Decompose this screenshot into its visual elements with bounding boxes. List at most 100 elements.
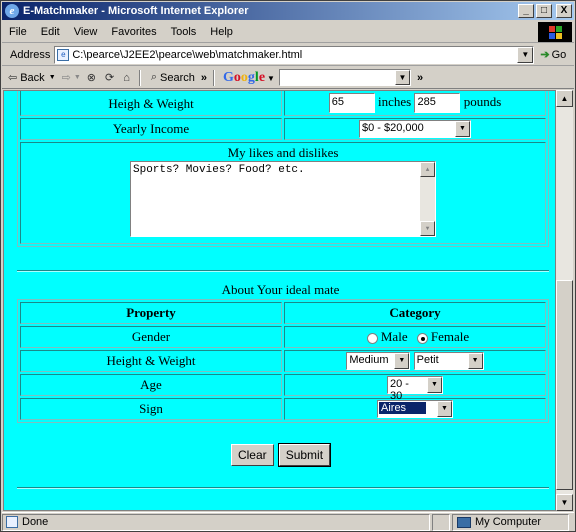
ie-logo-icon: e (5, 4, 19, 18)
close-button[interactable]: X (556, 4, 572, 18)
page-scroll-up-icon[interactable]: ▲ (556, 90, 573, 107)
menu-favorites[interactable]: Favorites (104, 26, 163, 38)
age-select[interactable]: 20 - 30 ▼ (387, 376, 443, 402)
table-row: Heigh & Weight 65 inches 285 pounds (20, 91, 546, 116)
address-input[interactable]: e C:\pearce\J2EE2\pearce\web\matchmaker.… (54, 45, 535, 64)
sign-select[interactable]: Aires ▼ (377, 400, 453, 418)
menu-tools[interactable]: Tools (164, 26, 204, 38)
toolbar-separator (138, 69, 141, 86)
submit-button[interactable]: Submit (277, 443, 332, 467)
status-zone: My Computer (452, 513, 569, 531)
status-zone-text: My Computer (475, 516, 542, 528)
forward-button[interactable]: ⇨ ▼ (62, 71, 81, 84)
home-button[interactable]: ⌂ (123, 72, 133, 84)
income-cell: $0 - $20,000 ▼ (284, 118, 546, 140)
gender-male-label: Male (380, 329, 408, 344)
scroll-down-icon[interactable]: ▼ (420, 221, 435, 236)
back-button[interactable]: ⇦ Back ▼ (8, 71, 56, 85)
mate-weight-dropdown-icon[interactable]: ▼ (467, 353, 483, 369)
title-bar[interactable]: e E-Matchmaker - Microsoft Internet Expl… (2, 2, 574, 20)
table-row: Age 20 - 30 ▼ (20, 374, 546, 402)
age-cell: 20 - 30 ▼ (284, 374, 546, 402)
toolbar-separator-2 (213, 69, 216, 86)
menu-view[interactable]: View (67, 26, 105, 38)
likes-textarea[interactable]: Sports? Movies? Food? etc. ▲ ▼ (130, 161, 436, 237)
table-row: Height & Weight Medium ▼ Petit ▼ (20, 350, 546, 372)
back-dropdown-icon[interactable]: ▼ (49, 74, 56, 81)
table-row: My likes and dislikes Sports? Movies? Fo… (20, 142, 546, 244)
page-done-icon (6, 516, 18, 528)
go-label: Go (551, 48, 567, 61)
page-icon: e (57, 48, 70, 61)
window-title: E-Matchmaker - Microsoft Internet Explor… (23, 5, 249, 17)
clear-button[interactable]: Clear (230, 444, 274, 466)
address-url: C:\pearce\J2EE2\pearce\web\matchmaker.ht… (72, 48, 303, 61)
menu-file[interactable]: File (2, 26, 34, 38)
stop-icon: ⊗ (86, 72, 96, 84)
ideal-mate-table: Property Category Gender Male Female Hei… (17, 299, 549, 423)
stop-button[interactable]: ⊗ (87, 71, 99, 84)
page-scrollbar[interactable]: ▲ ▼ (556, 90, 573, 511)
divider (17, 270, 549, 272)
gender-male-radio[interactable] (366, 332, 378, 344)
forward-dropdown-icon[interactable]: ▼ (74, 74, 81, 81)
profile-table: Heigh & Weight 65 inches 285 pounds Year… (17, 91, 549, 247)
likes-cell: My likes and dislikes Sports? Movies? Fo… (20, 142, 546, 244)
age-dropdown-icon[interactable]: ▼ (427, 377, 442, 393)
ideal-mate-heading: About Your ideal mate (221, 282, 340, 297)
likes-scrollbar[interactable]: ▲ ▼ (420, 162, 435, 236)
height-input[interactable]: 65 (328, 93, 375, 113)
status-bar: Done My Computer (2, 512, 574, 531)
inches-label: inches (377, 93, 412, 109)
pounds-label: pounds (463, 93, 502, 109)
mate-height-select[interactable]: Medium ▼ (346, 352, 411, 370)
page-scroll-down-icon[interactable]: ▼ (556, 494, 573, 511)
mate-height-dropdown-icon[interactable]: ▼ (394, 353, 410, 369)
sign-label: Sign (20, 398, 282, 420)
google-search-input[interactable]: ▼ (278, 69, 411, 86)
windows-logo-icon (538, 22, 572, 42)
gender-female-radio[interactable] (416, 332, 428, 344)
google-search-dropdown-icon[interactable]: ▼ (394, 70, 410, 85)
table-row: Sign Aires ▼ (20, 398, 546, 420)
mate-weight-select[interactable]: Petit ▼ (413, 352, 484, 370)
search-icon: ⌕ (150, 71, 158, 83)
scroll-up-icon[interactable]: ▲ (420, 162, 435, 177)
gender-label: Gender (20, 326, 282, 348)
likes-value: Sports? Movies? Food? etc. (133, 164, 305, 176)
forward-arrow-icon: ⇨ (61, 72, 71, 84)
page-scroll-thumb[interactable] (556, 280, 573, 490)
go-button[interactable]: ➔ Go (540, 48, 567, 62)
menu-help[interactable]: Help (203, 26, 240, 38)
maximize-button[interactable]: □ (536, 4, 552, 18)
button-row: Clear Submit (4, 443, 555, 467)
page-content: Heigh & Weight 65 inches 285 pounds Year… (3, 90, 556, 511)
refresh-button[interactable]: ⟳ (105, 71, 117, 84)
sign-value: Aires (379, 402, 427, 414)
hw-label: Height & Weight (20, 350, 282, 372)
weight-input[interactable]: 285 (414, 93, 461, 113)
income-value: $0 - $20,000 (362, 122, 424, 134)
gender-cell: Male Female (284, 326, 546, 348)
sign-dropdown-icon[interactable]: ▼ (437, 401, 452, 417)
col-property-header: Property (20, 302, 282, 324)
toolbar: ⇦ Back ▼ ⇨ ▼ ⊗ ⟳ ⌂ ⌕ Search » Google ▼ ▼… (2, 67, 574, 89)
back-label: Back (20, 71, 45, 84)
minimize-button[interactable]: _ (518, 4, 534, 18)
search-button[interactable]: ⌕ Search (151, 71, 195, 84)
menu-edit[interactable]: Edit (34, 26, 67, 38)
go-arrow-icon: ➔ (540, 49, 550, 61)
toolbar-overflow-icon-2[interactable]: » (417, 72, 423, 84)
income-dropdown-icon[interactable]: ▼ (455, 121, 470, 137)
height-weight-label: Heigh & Weight (20, 91, 282, 116)
google-dropdown-icon[interactable]: ▼ (265, 74, 275, 83)
sign-cell: Aires ▼ (284, 398, 546, 420)
browser-window: e E-Matchmaker - Microsoft Internet Expl… (0, 0, 576, 532)
income-select[interactable]: $0 - $20,000 ▼ (359, 120, 471, 138)
address-dropdown-icon[interactable]: ▼ (517, 46, 534, 63)
status-segment (432, 513, 450, 531)
status-main: Done (2, 513, 430, 531)
toolbar-overflow-icon[interactable]: » (201, 72, 207, 84)
google-logo[interactable]: Google ▼ (223, 70, 275, 86)
home-icon: ⌂ (123, 71, 130, 84)
